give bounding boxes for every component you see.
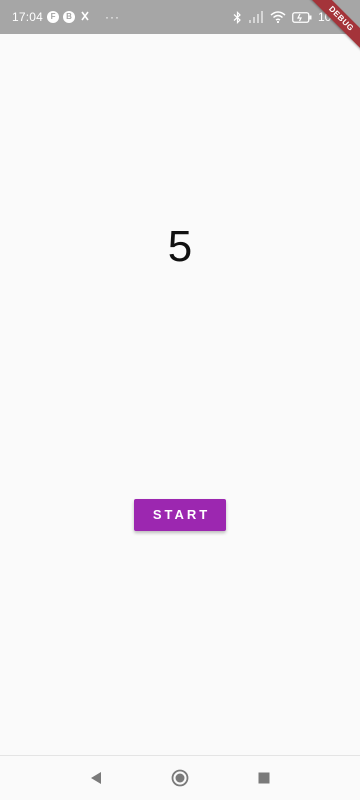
bluetooth-icon [233, 10, 242, 24]
back-icon [91, 772, 101, 784]
battery-icon [292, 11, 312, 23]
signal-icon [248, 11, 264, 23]
back-button[interactable] [84, 766, 108, 790]
overflow-icon: ··· [105, 10, 121, 24]
recents-icon [258, 772, 270, 784]
sync-icon [79, 10, 91, 25]
home-icon [171, 769, 189, 787]
start-button[interactable]: START [134, 499, 226, 531]
status-left: 17:04 F B ··· [12, 10, 120, 25]
status-bar: 17:04 F B ··· 100 [0, 0, 360, 34]
status-right: 100 [233, 10, 338, 24]
home-button[interactable] [168, 766, 192, 790]
navigation-bar [0, 755, 360, 800]
notification-icon: F [47, 11, 60, 23]
recents-button[interactable] [252, 766, 276, 790]
notification-icon: B [63, 11, 76, 23]
status-time: 17:04 [12, 10, 44, 24]
counter-value: 5 [167, 222, 193, 271]
wifi-icon [270, 11, 286, 23]
